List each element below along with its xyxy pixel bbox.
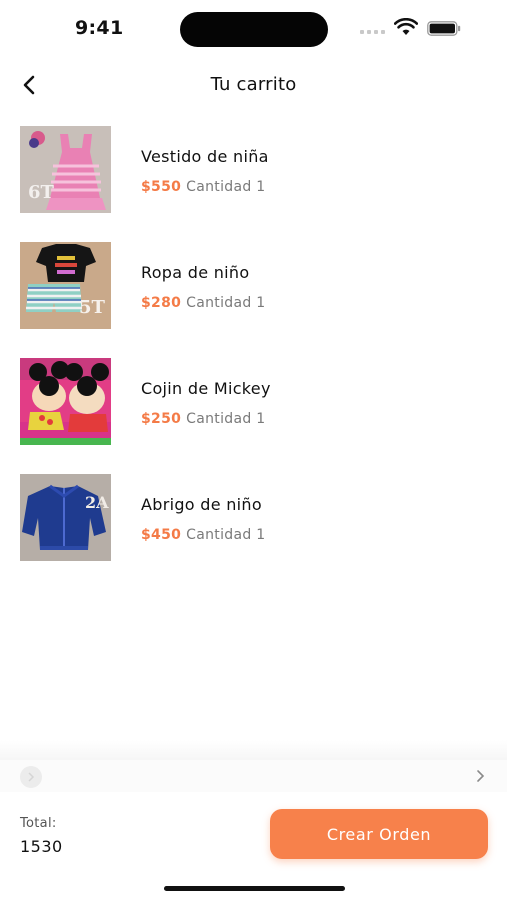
total-label: Total: (20, 816, 57, 831)
thumbnail-size-label: 6T (28, 182, 55, 203)
status-time: 9:41 (75, 17, 124, 39)
cart-item-meta: $250 Cantidad 1 (141, 411, 266, 427)
product-image-dress: 6T (20, 126, 111, 213)
cart-item-name: Abrigo de niño (141, 495, 262, 514)
thumbnail-size-label: 2A M (85, 493, 111, 512)
chevron-right-icon (477, 770, 485, 782)
cart-item-quantity: Cantidad 1 (186, 295, 266, 311)
thumbnail-size-label: 5T (79, 297, 106, 318)
cart-item[interactable]: 2A M Abrigo de niño $450Cantidad 1 (0, 474, 507, 590)
product-image-mickey-cushion (20, 358, 111, 445)
status-bar: 9:41 (0, 0, 507, 58)
bottom-divider-shadow (0, 740, 507, 760)
cart-item[interactable]: 5T Ropa de niño $280 Cantidad 1 (0, 242, 507, 358)
cellular-signal-icon (360, 30, 386, 36)
product-image-jacket: 2A M (20, 474, 111, 561)
cart-item-meta: $450 Cantidad 1 (141, 527, 266, 543)
cart-item-price: $250 (141, 411, 182, 427)
page-header: Tu carrito (0, 62, 507, 108)
cart-item-price: $550 (141, 179, 182, 195)
horizontal-scroller[interactable] (0, 760, 507, 792)
cart-item-name: Ropa de niño (141, 263, 250, 282)
page-title: Tu carrito (210, 74, 297, 95)
cart-item-quantity: Cantidad 1 (186, 527, 266, 543)
wifi-icon (394, 18, 418, 35)
total-value: 1530 (20, 837, 63, 856)
create-order-button[interactable]: Crear Orden (270, 809, 488, 859)
home-indicator[interactable] (164, 886, 345, 891)
dynamic-island (180, 12, 328, 47)
product-image-boy-clothes: 5T (20, 242, 111, 329)
chevron-right-icon (28, 772, 35, 782)
cart-item-meta: $550 Cantidad 1 (141, 179, 266, 195)
cart-item-quantity: Cantidad 1 (186, 411, 266, 427)
scroll-right-button[interactable] (471, 767, 489, 785)
cart-item-meta: $280 Cantidad 1 (141, 295, 266, 311)
scroll-left-button[interactable] (20, 766, 42, 788)
cart-item-quantity: Cantidad 1 (186, 179, 266, 195)
cart-item-name: Vestido de niña (141, 147, 269, 166)
battery-icon (427, 21, 461, 36)
cart-item-list: 6T Vestido de niña $550 Cantidad 1 5T Ro… (0, 126, 507, 590)
cart-screen: 9:41 Tu carrito 6T Vestido de niña $550 … (0, 0, 507, 900)
cart-item-price: $280 (141, 295, 182, 311)
cart-item[interactable]: 6T Vestido de niña $550 Cantidad 1 (0, 126, 507, 242)
cart-item-name: Cojin de Mickey (141, 379, 271, 398)
cart-item[interactable]: Cojin de Mickey $250 Cantidad 1 (0, 358, 507, 474)
cart-item-price: $450 (141, 527, 182, 543)
